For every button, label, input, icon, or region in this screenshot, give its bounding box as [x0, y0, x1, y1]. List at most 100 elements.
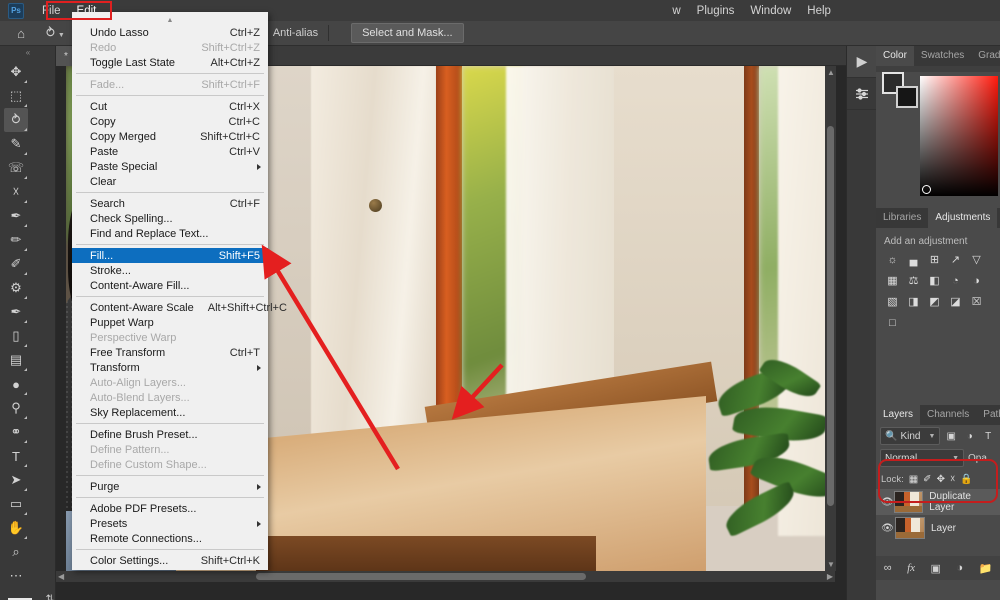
- brightness-contrast-icon[interactable]: ☼: [883, 250, 902, 269]
- menu-item-sky-replacement[interactable]: Sky Replacement...: [72, 405, 268, 420]
- blur-tool[interactable]: ●: [4, 372, 28, 396]
- chevron-down-icon[interactable]: ▼: [929, 433, 936, 440]
- toolbar-collapse-handle[interactable]: «: [0, 46, 55, 58]
- edit-menu-dropdown[interactable]: ▲ Undo Lasso Ctrl+Z Redo Shift+Ctrl+Z Toggle…: [72, 12, 287, 570]
- color-picker-marker[interactable]: [922, 185, 931, 194]
- menu-item-search[interactable]: Search Ctrl+F: [72, 196, 268, 211]
- menu-scroll-up-icon[interactable]: ▲: [72, 16, 268, 25]
- layer-filter-kind-dropdown[interactable]: 🔍 Kind ▼: [880, 427, 941, 445]
- layer-style-icon[interactable]: fx: [907, 562, 915, 574]
- posterize-icon[interactable]: ◩: [925, 292, 944, 311]
- menu-item-color-settings[interactable]: Color Settings... Shift+Ctrl+K: [72, 553, 268, 568]
- properties-icon[interactable]: [847, 78, 877, 110]
- menu-item-content-aware-scale[interactable]: Content-Aware Scale Alt+Shift+Ctrl+C: [72, 300, 287, 315]
- crop-tool[interactable]: ☏: [4, 156, 28, 180]
- ruler-tool[interactable]: ✏: [4, 228, 28, 252]
- color-panel-body[interactable]: [876, 72, 1000, 202]
- menu-item-window[interactable]: Window: [742, 2, 799, 20]
- lasso-tool-preset-icon[interactable]: ⥁ ▼: [46, 25, 65, 41]
- filter-pixel-icon[interactable]: ▣: [943, 428, 959, 444]
- menu-item-copy[interactable]: Copy Ctrl+C: [72, 114, 268, 129]
- menu-item-content-aware-fill[interactable]: Content-Aware Fill...: [72, 278, 268, 293]
- selective-color-icon[interactable]: □: [883, 313, 902, 332]
- clone-stamp-tool[interactable]: ⚙: [4, 276, 28, 300]
- menu-item-adobe-pdf-presets[interactable]: Adobe PDF Presets...: [72, 501, 268, 516]
- scroll-right-icon[interactable]: ▶: [827, 572, 833, 581]
- canvas-horizontal-scrollbar[interactable]: ◀ ▶: [56, 571, 835, 582]
- color-ramp-field[interactable]: [920, 76, 998, 196]
- dodge-tool[interactable]: ⚲: [4, 396, 28, 420]
- layer-name[interactable]: Layer: [931, 523, 956, 534]
- menu-item-paste-special[interactable]: Paste Special: [72, 159, 268, 174]
- channel-mixer-icon[interactable]: ◑: [967, 271, 986, 290]
- tab-color[interactable]: Color: [876, 46, 914, 66]
- menu-item-plugins[interactable]: Plugins: [689, 2, 743, 20]
- tab-layers[interactable]: Layers: [876, 405, 921, 425]
- eraser-tool[interactable]: ▯: [4, 324, 28, 348]
- menu-item-remote-connections[interactable]: Remote Connections...: [72, 531, 268, 546]
- menu-item-cut[interactable]: Cut Ctrl+X: [72, 99, 268, 114]
- menu-item-stroke[interactable]: Stroke...: [72, 263, 268, 278]
- menu-item-help[interactable]: Help: [799, 2, 839, 20]
- filter-adjustment-icon[interactable]: ◑: [962, 428, 978, 444]
- object-selection-tool[interactable]: ✎: [4, 132, 28, 156]
- canvas-vertical-scroll-thumb[interactable]: [827, 126, 834, 506]
- swap-colors-icon[interactable]: ⇅: [46, 594, 54, 600]
- layer-row-duplicate-layer[interactable]: 👁 Duplicate Layer: [876, 489, 1000, 515]
- lasso-tool[interactable]: ⥁: [4, 108, 28, 132]
- menu-item-clear[interactable]: Clear: [72, 174, 268, 189]
- tab-paths[interactable]: Paths: [976, 405, 1000, 425]
- color-swatches[interactable]: ⇅: [6, 594, 54, 600]
- edit-toolbar-tool[interactable]: ⋯: [4, 564, 28, 588]
- move-tool[interactable]: ✥: [4, 60, 28, 84]
- menu-item-define-brush-preset[interactable]: Define Brush Preset...: [72, 427, 268, 442]
- home-icon[interactable]: ⌂: [10, 26, 32, 41]
- gradient-tool[interactable]: ▤: [4, 348, 28, 372]
- filter-type-icon[interactable]: T: [980, 428, 996, 444]
- add-mask-icon[interactable]: ▣: [931, 562, 941, 575]
- menu-item-toggle-last-state[interactable]: Toggle Last State Alt+Ctrl+Z: [72, 55, 268, 70]
- tab-libraries[interactable]: Libraries: [876, 208, 928, 228]
- menu-item-check-spelling[interactable]: Check Spelling...: [72, 211, 268, 226]
- menu-item-puppet-warp[interactable]: Puppet Warp: [72, 315, 268, 330]
- hand-tool[interactable]: ✋: [4, 516, 28, 540]
- layer-name[interactable]: Duplicate Layer: [929, 491, 996, 513]
- lock-position-icon[interactable]: ✥: [937, 474, 945, 485]
- menu-item-view-partial[interactable]: w: [664, 2, 688, 20]
- new-fill-adjustment-icon[interactable]: ◑: [956, 562, 963, 574]
- color-balance-icon[interactable]: ⚖: [904, 271, 923, 290]
- rectangular-marquee-tool[interactable]: ⬚: [4, 84, 28, 108]
- horizontal-type-tool[interactable]: T: [4, 444, 28, 468]
- link-layers-icon[interactable]: ∞: [884, 562, 892, 574]
- brush-tool[interactable]: ✒: [4, 300, 28, 324]
- frame-tool[interactable]: ☓: [4, 180, 28, 204]
- tab-channels[interactable]: Channels: [920, 405, 976, 425]
- menu-item-file[interactable]: File: [34, 2, 69, 20]
- lock-transparent-pixels-icon[interactable]: ▦: [909, 474, 918, 485]
- scroll-down-icon[interactable]: ▼: [827, 560, 835, 569]
- menu-item-undo-lasso[interactable]: Undo Lasso Ctrl+Z: [72, 25, 268, 40]
- menu-item-presets[interactable]: Presets: [72, 516, 268, 531]
- layer-visibility-icon[interactable]: 👁: [880, 523, 895, 534]
- color-panel-swatches[interactable]: [882, 72, 922, 112]
- menu-item-fill[interactable]: Fill... Shift+F5: [72, 248, 268, 263]
- black-white-icon[interactable]: ◧: [925, 271, 944, 290]
- vibrance-icon[interactable]: ▽: [967, 250, 986, 269]
- menu-item-find-and-replace-text[interactable]: Find and Replace Text...: [72, 226, 268, 241]
- path-selection-tool[interactable]: ➤: [4, 468, 28, 492]
- expand-panels-icon[interactable]: ▶: [847, 46, 877, 78]
- canvas-horizontal-scroll-thumb[interactable]: [256, 573, 586, 580]
- zoom-tool[interactable]: ⌕: [4, 540, 28, 564]
- pen-tool[interactable]: ⚭: [4, 420, 28, 444]
- eyedropper-tool[interactable]: ✒: [4, 204, 28, 228]
- menu-item-copy-merged[interactable]: Copy Merged Shift+Ctrl+C: [72, 129, 268, 144]
- lock-all-icon[interactable]: 🔒: [960, 474, 972, 485]
- scroll-up-icon[interactable]: ▲: [827, 68, 835, 77]
- tab-adjustments[interactable]: Adjustments: [928, 208, 998, 228]
- threshold-icon[interactable]: ◪: [946, 292, 965, 311]
- select-and-mask-button[interactable]: Select and Mask...: [351, 23, 464, 43]
- new-group-icon[interactable]: 📁: [979, 562, 993, 575]
- menu-item-free-transform[interactable]: Free Transform Ctrl+T: [72, 345, 268, 360]
- tab-swatches[interactable]: Swatches: [914, 46, 971, 66]
- spot-healing-brush-tool[interactable]: ✐: [4, 252, 28, 276]
